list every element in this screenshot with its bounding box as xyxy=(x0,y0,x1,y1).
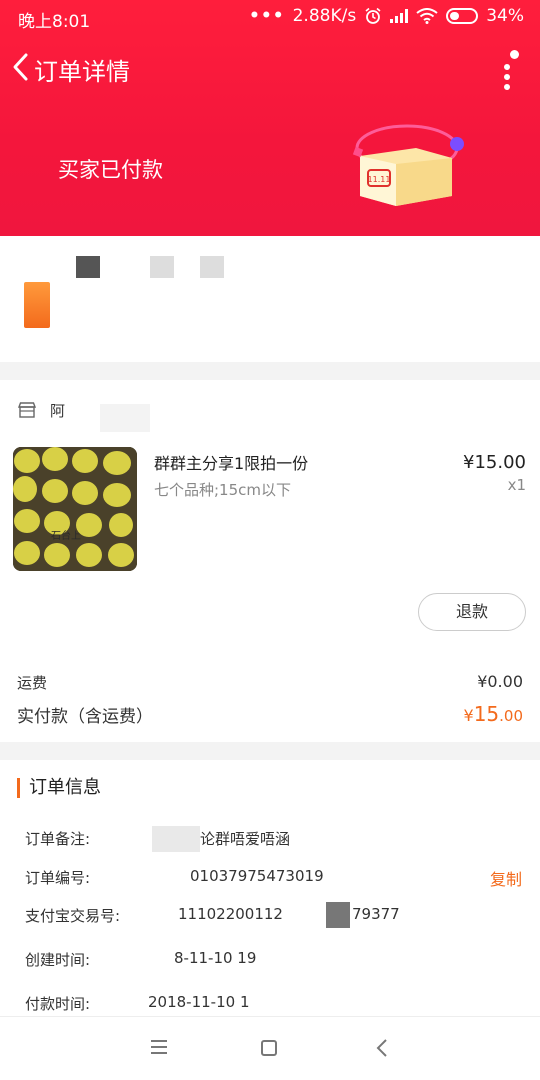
store-icon xyxy=(18,402,36,418)
back-arrow-icon[interactable] xyxy=(375,1038,389,1058)
signal-icon xyxy=(390,9,409,23)
alarm-icon xyxy=(365,7,381,24)
privacy-mask xyxy=(150,256,174,278)
refund-button[interactable]: 退款 xyxy=(418,593,526,631)
location-icon xyxy=(24,282,50,328)
system-nav-bar xyxy=(0,1016,540,1080)
shop-name[interactable]: 阿 xyxy=(50,400,65,421)
product-image[interactable]: 石台上 xyxy=(13,447,137,571)
alipay-trade-no-suffix: 79377 xyxy=(352,905,400,923)
order-item-card: 阿 石台上 群群主分享1限拍一份 七个品种;15cm以下 ¥15.00 x1 退… xyxy=(0,380,540,742)
square-home-icon[interactable] xyxy=(261,1040,277,1056)
shipping-address-card[interactable] xyxy=(0,236,540,362)
chevron-left-icon[interactable] xyxy=(10,52,32,82)
order-number-label: 订单编号: xyxy=(25,869,91,887)
package-box-icon: 11.11 xyxy=(352,124,464,206)
battery-icon xyxy=(446,8,479,24)
privacy-mask xyxy=(200,256,224,278)
privacy-mask xyxy=(100,404,150,432)
status-bar: 晚上8:01 ••• 2.88K/s 34% xyxy=(0,0,540,36)
notification-dots: ••• xyxy=(249,6,285,26)
status-time: 晚上8:01 xyxy=(18,12,91,32)
alipay-trade-no-label: 支付宝交易号: xyxy=(25,907,121,925)
shipping-fee-label: 运费 xyxy=(17,674,48,692)
wifi-icon xyxy=(416,8,438,24)
more-vertical-icon[interactable] xyxy=(498,50,519,90)
privacy-mask xyxy=(76,256,100,278)
copy-order-number-button[interactable]: 复制 xyxy=(490,866,522,890)
privacy-mask xyxy=(152,826,200,852)
paid-time-value: 2018-11-10 1 xyxy=(148,993,250,1011)
product-quantity: x1 xyxy=(507,476,526,494)
created-time-label: 创建时间: xyxy=(25,951,91,969)
total-paid-label: 实付款（含运费） xyxy=(17,707,153,727)
menu-icon[interactable] xyxy=(150,1039,168,1055)
product-price: ¥15.00 xyxy=(463,452,526,473)
order-note-value: 论群唔爱唔涵 xyxy=(200,830,291,848)
total-paid-value: ¥15.00 xyxy=(463,702,524,726)
created-time-value: 8-11-10 19 xyxy=(174,949,257,967)
order-status-text: 买家已付款 xyxy=(58,158,163,182)
order-number-value: 01037975473019 xyxy=(190,867,324,885)
shipping-fee-value: ¥0.00 xyxy=(477,672,523,691)
nav-bar: 订单详情 xyxy=(0,44,540,92)
network-speed: 2.88K/s xyxy=(292,6,357,26)
product-spec: 七个品种;15cm以下 xyxy=(154,481,292,499)
product-title[interactable]: 群群主分享1限拍一份 xyxy=(154,450,308,474)
order-note-label: 订单备注: xyxy=(25,830,91,848)
svg-text:石台上: 石台上 xyxy=(51,529,81,542)
paid-time-label: 付款时间: xyxy=(25,995,91,1013)
privacy-mask xyxy=(326,902,350,928)
battery-level: 34% xyxy=(486,6,524,26)
notification-dot xyxy=(510,50,519,59)
page-title: 订单详情 xyxy=(34,58,130,86)
svg-text:11.11: 11.11 xyxy=(368,175,391,184)
alipay-trade-no-value: 11102200112 xyxy=(178,905,283,923)
order-info-title: 订单信息 xyxy=(17,778,101,798)
